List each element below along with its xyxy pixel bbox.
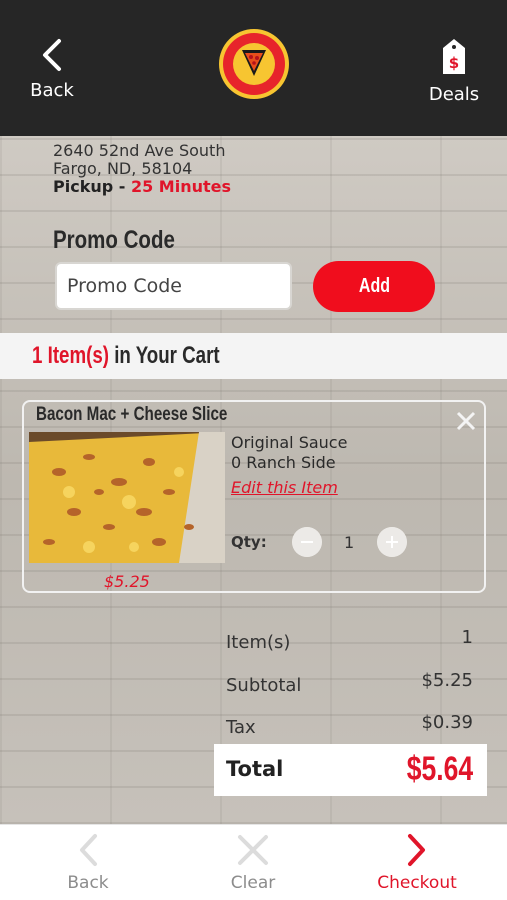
item-name: Bacon Mac + Cheese Slice	[36, 404, 228, 425]
add-promo-button[interactable]: Add	[313, 261, 435, 312]
item-photo	[29, 432, 225, 563]
edit-item-link[interactable]: Edit this Item	[231, 478, 338, 497]
pickup-time: 25 Minutes	[130, 177, 232, 196]
header-deals-label: Deals	[428, 84, 480, 105]
header-deals-button[interactable]: $ Deals	[422, 38, 486, 105]
footer-checkout-button[interactable]: Checkout	[362, 833, 472, 893]
remove-item-close-icon[interactable]	[455, 410, 477, 432]
chevron-left-icon	[80, 834, 97, 866]
footer-back-label: Back	[67, 873, 109, 893]
cart-item-card: Bacon Mac + Cheese Slice $5.25 Original …	[22, 400, 486, 593]
qty-value: 1	[344, 533, 355, 552]
item-modifier-sauce: Original Sauce	[231, 433, 348, 452]
summary-tax-value: $0.39	[421, 712, 473, 733]
total-value: $5.64	[406, 750, 473, 788]
cart-count: 1 Item(s)	[32, 342, 109, 369]
spicy-pie-logo	[219, 29, 289, 99]
close-icon	[238, 835, 268, 865]
top-header: Back $ Deals	[0, 0, 507, 136]
item-modifier-ranch: 0 Ranch Side	[231, 453, 336, 472]
store-info: 2640 52nd Ave South Fargo, ND, 58104 Pic…	[53, 142, 231, 196]
cart-count-bar: 1 Item(s) in Your Cart	[0, 333, 507, 379]
chevron-left-icon	[43, 39, 61, 71]
promo-code-input[interactable]	[55, 262, 292, 310]
svg-text:$: $	[449, 54, 459, 72]
footer-clear-label: Clear	[230, 873, 276, 893]
qty-label: Qty:	[231, 533, 267, 551]
chevron-right-icon	[408, 834, 425, 866]
qty-decrease-button[interactable]	[292, 527, 322, 557]
address-line1: 2640 52nd Ave South	[53, 141, 226, 160]
cart-count-suffix: in Your Cart	[108, 342, 220, 369]
summary-items-label: Item(s)	[226, 632, 291, 653]
promo-title: Promo Code	[53, 226, 175, 254]
footer-clear-button[interactable]: Clear	[198, 833, 308, 893]
header-back-label: Back	[30, 80, 74, 101]
bottom-toolbar: Back Clear Checkout	[0, 824, 507, 900]
footer-checkout-label: Checkout	[377, 873, 457, 893]
item-price: $5.25	[104, 572, 150, 591]
summary-items-value: 1	[461, 627, 473, 648]
price-tag-icon: $	[443, 39, 465, 74]
address-line2: Fargo, ND, 58104	[53, 159, 193, 178]
footer-back-button[interactable]: Back	[33, 833, 143, 893]
summary-subtotal-label: Subtotal	[226, 675, 302, 696]
pickup-label: Pickup -	[53, 177, 131, 196]
total-label: Total	[226, 757, 284, 781]
qty-increase-button[interactable]	[377, 527, 407, 557]
header-back-button[interactable]: Back	[22, 38, 82, 101]
summary-subtotal-value: $5.25	[421, 670, 473, 691]
summary-tax-label: Tax	[226, 717, 256, 738]
pickup-info: Pickup - 25 Minutes	[53, 178, 231, 196]
total-box: Total $5.64	[214, 744, 487, 796]
add-promo-label: Add	[358, 275, 390, 297]
